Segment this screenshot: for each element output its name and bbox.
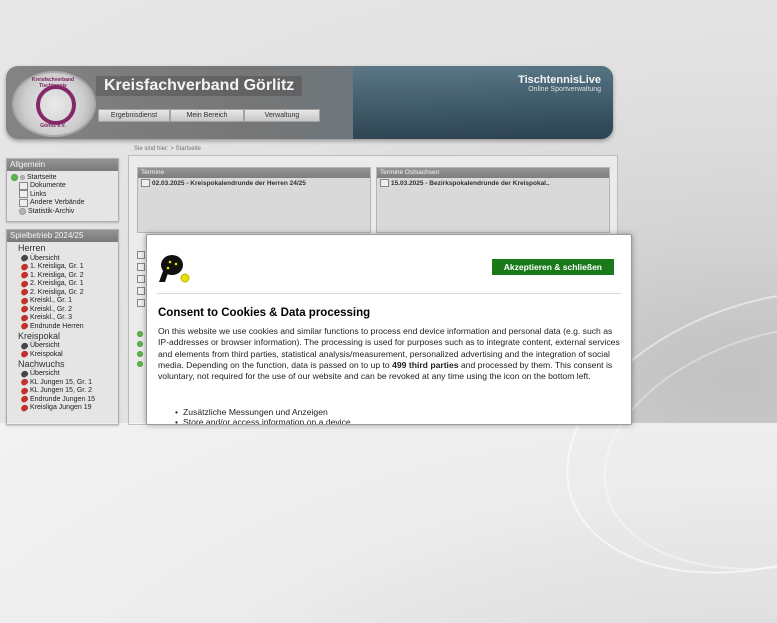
accept-and-close-button[interactable]: Akzeptieren & schließen — [491, 259, 614, 275]
consent-purpose-list: Zusätzliche Messungen und Anzeigen Store… — [175, 407, 351, 424]
purpose-item: Store and/or access information on a dev… — [175, 417, 351, 424]
purpose-item: Zusätzliche Messungen und Anzeigen — [175, 407, 351, 417]
consent-title: Consent to Cookies & Data processing — [158, 307, 371, 319]
divider — [157, 293, 621, 294]
consent-logo-icon — [159, 255, 190, 283]
consent-body: On this website we use cookies and simil… — [158, 326, 620, 382]
consent-dialog: Akzeptieren & schließen Consent to Cooki… — [146, 234, 632, 425]
third-parties-link[interactable]: 499 third parties — [392, 360, 458, 370]
